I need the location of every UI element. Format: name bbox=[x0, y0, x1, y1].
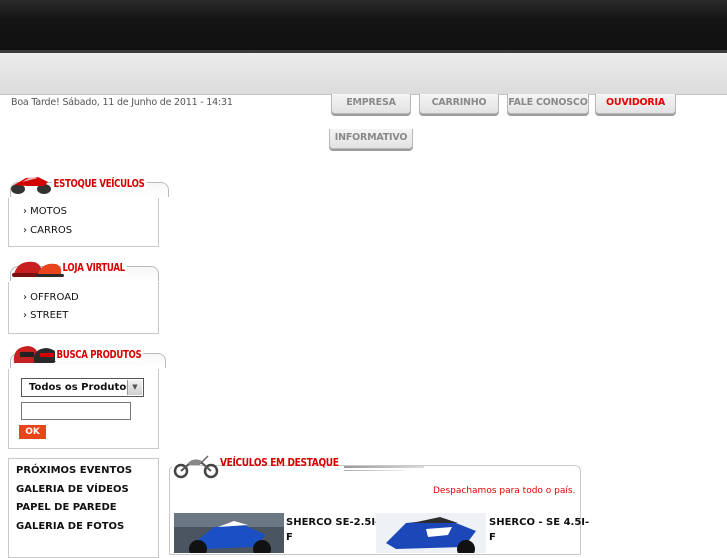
menu-item-motos[interactable]: › MOTOS bbox=[23, 206, 67, 217]
motorcycle-icon bbox=[11, 176, 51, 194]
estoque-title: ESTOQUE VEÍCULOS bbox=[52, 177, 147, 190]
sub-header-bar bbox=[0, 53, 727, 95]
greeting-text: Boa Tarde! Sábado, 11 de Junho de 2011 -… bbox=[11, 97, 233, 108]
featured-divider bbox=[344, 466, 424, 468]
product-image-1[interactable] bbox=[174, 513, 284, 553]
estoque-header: ESTOQUE VEÍCULOS bbox=[4, 172, 169, 200]
dirt-bike-icon bbox=[174, 513, 284, 553]
top-banner bbox=[0, 0, 727, 50]
menu-item-street[interactable]: › STREET bbox=[23, 310, 68, 321]
chopper-icon bbox=[173, 455, 219, 479]
loja-box bbox=[8, 282, 159, 334]
tab-informativo[interactable]: INFORMATIVO bbox=[329, 129, 413, 149]
link-proximos-eventos[interactable]: PRÓXIMOS EVENTOS bbox=[16, 465, 132, 476]
tab-fale-conosco[interactable]: FALE CONOSCO bbox=[507, 94, 589, 114]
product-name-2[interactable]: SHERCO - SE 4.5I- F bbox=[489, 515, 589, 545]
product-category-select[interactable]: Todos os Produtos ▼ bbox=[21, 378, 144, 397]
product-name-2-line1: SHERCO - SE 4.5I- bbox=[489, 517, 590, 528]
product-name-1-line1: SHERCO SE-2.5I- bbox=[286, 517, 380, 528]
helmets-icon bbox=[13, 346, 58, 363]
helmet-caps-icon bbox=[12, 261, 64, 277]
busca-header: BUSCA PRODUTOS bbox=[4, 343, 166, 371]
menu-item-offroad[interactable]: › OFFROAD bbox=[23, 292, 79, 303]
link-papel-parede[interactable]: PAPEL DE PAREDE bbox=[16, 502, 117, 513]
featured-header: VEÍCULOS EM DESTAQUE bbox=[172, 451, 339, 481]
dirt-bike-icon bbox=[376, 513, 486, 553]
product-name-2-line2: F bbox=[489, 532, 496, 543]
tab-empresa[interactable]: EMPRESA bbox=[331, 94, 411, 114]
loja-header: LOJA VIRTUAL bbox=[4, 256, 159, 284]
search-ok-button[interactable]: OK bbox=[19, 425, 46, 439]
dispatch-note: Despachamos para todo o país. bbox=[433, 486, 576, 496]
link-galeria-videos[interactable]: GALERIA DE VÍDEOS bbox=[16, 484, 129, 495]
chevron-down-icon[interactable]: ▼ bbox=[127, 380, 142, 395]
tab-carrinho[interactable]: CARRINHO bbox=[419, 94, 499, 114]
busca-title: BUSCA PRODUTOS bbox=[55, 348, 143, 361]
menu-item-carros[interactable]: › CARROS bbox=[23, 225, 72, 236]
loja-title: LOJA VIRTUAL bbox=[61, 261, 127, 274]
tab-ouvidoria[interactable]: OUVIDORIA bbox=[595, 94, 676, 114]
product-category-value: Todos os Produtos bbox=[29, 382, 133, 393]
search-input[interactable] bbox=[21, 402, 131, 420]
featured-divider-thin bbox=[344, 470, 404, 471]
link-galeria-fotos[interactable]: GALERIA DE FOTOS bbox=[16, 521, 124, 532]
product-name-1[interactable]: SHERCO SE-2.5I- F bbox=[286, 515, 379, 545]
product-name-1-line2: F bbox=[286, 532, 293, 543]
featured-title: VEÍCULOS EM DESTAQUE bbox=[220, 456, 339, 469]
product-image-2[interactable] bbox=[376, 513, 486, 553]
